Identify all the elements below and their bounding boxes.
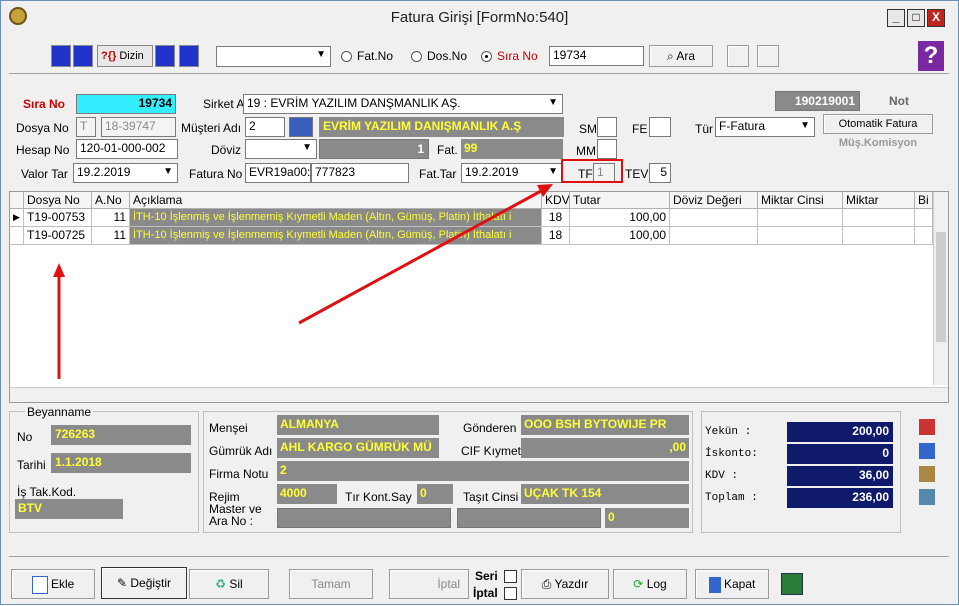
annotation-arrow-diagonal xyxy=(298,189,542,325)
annotation-arrowhead-up xyxy=(53,263,65,277)
annotation-arrows xyxy=(53,184,553,379)
main-window: Fatura Girişi [FormNo:540] _ □ X ?{} Diz… xyxy=(0,0,959,605)
